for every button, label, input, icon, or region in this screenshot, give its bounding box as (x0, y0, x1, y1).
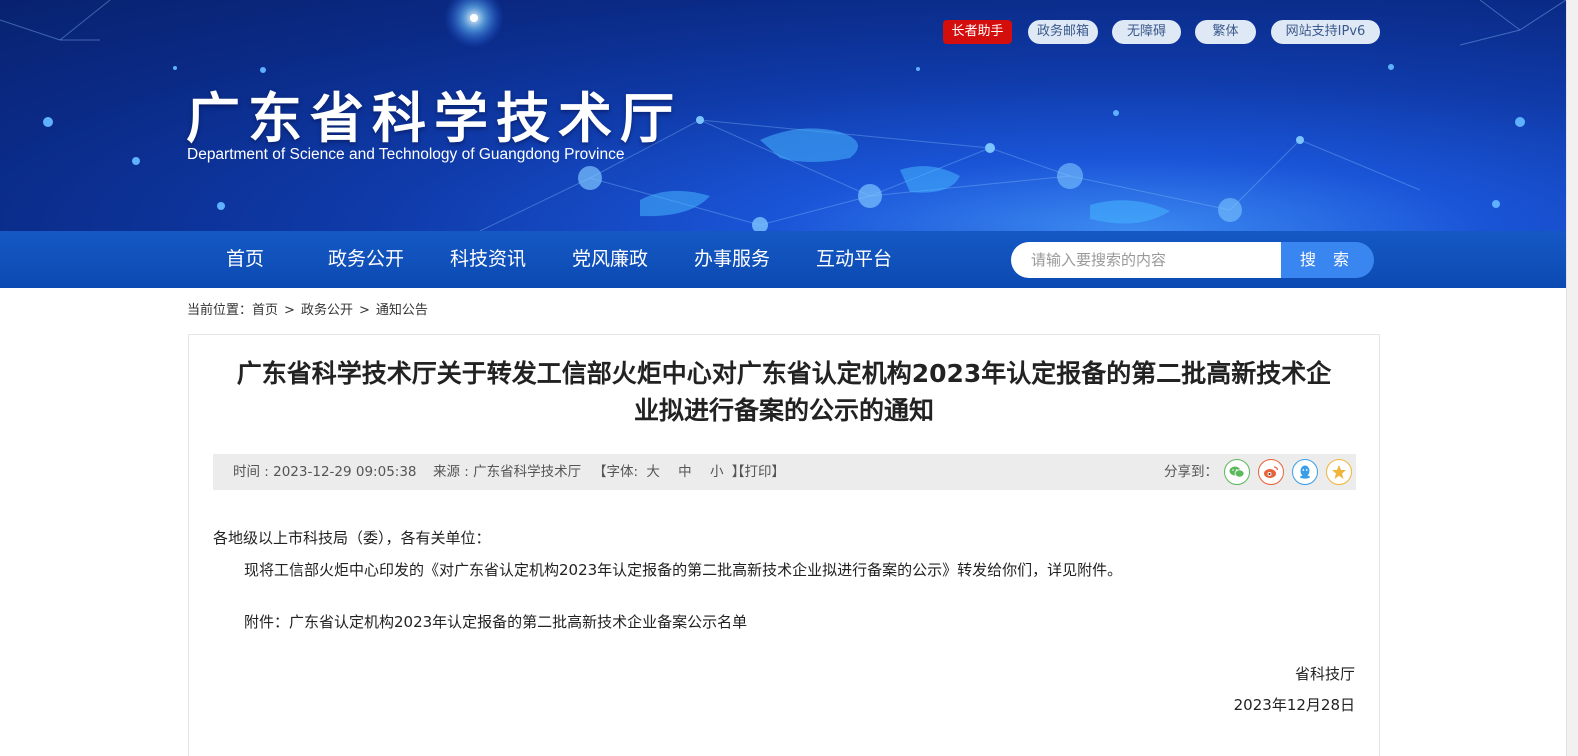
breadcrumb-notices[interactable]: 通知公告 (376, 303, 428, 318)
wechat-icon[interactable] (1224, 459, 1250, 485)
qq-icon[interactable] (1292, 459, 1318, 485)
article-source: 来源 : 广东省科学技术厅 (433, 464, 582, 480)
signature-text: 省科技厅 (1294, 665, 1355, 683)
font-large-button[interactable]: 大 (646, 464, 660, 480)
accessibility-link[interactable]: 无障碍 (1112, 20, 1181, 44)
font-medium-button[interactable]: 中 (678, 464, 692, 480)
weibo-icon[interactable] (1258, 459, 1284, 485)
qzone-icon[interactable] (1326, 459, 1352, 485)
ipv6-support-link[interactable]: 网站支持IPv6 (1271, 20, 1380, 44)
article-title-line1: 广东省科学技术厅关于转发工信部火炬中心对广东省认定机构2023年认定报备的第二批… (236, 359, 1332, 388)
share-label: 分享到： (1164, 464, 1218, 480)
print-button[interactable]: 【打印】 (731, 454, 785, 490)
elder-assistant-button[interactable]: 长者助手 (943, 20, 1012, 44)
breadcrumb: 当前位置：首页 > 政务公开 > 通知公告 (187, 299, 428, 318)
publish-time: 时间 : 2023-12-29 09:05:38 (233, 464, 417, 480)
nav-item-tech-news[interactable]: 科技资讯 (450, 231, 526, 288)
site-title: 广东省科学技术厅 (186, 87, 682, 150)
breadcrumb-home[interactable]: 首页 (252, 303, 278, 318)
traditional-chinese-link[interactable]: 繁体 (1195, 20, 1256, 44)
nav-item-services[interactable]: 办事服务 (694, 231, 770, 288)
breadcrumb-separator: > (284, 303, 295, 318)
nav-item-interaction[interactable]: 互动平台 (816, 231, 892, 288)
nav-item-gov-affairs[interactable]: 政务公开 (328, 231, 404, 288)
article-meta-bar: 时间 : 2023-12-29 09:05:38 来源 : 广东省科学技术厅 【… (213, 454, 1356, 490)
search-input[interactable] (1011, 242, 1281, 278)
breadcrumb-separator: > (358, 303, 370, 318)
breadcrumb-prefix: 当前位置： (187, 303, 253, 318)
site-subtitle: Department of Science and Technology of … (187, 146, 625, 163)
body-paragraph: 现将工信部火炬中心印发的《对广东省认定机构2023年认定报备的第二批高新技术企业… (244, 561, 1123, 579)
nav-item-home[interactable]: 首页 (226, 231, 264, 288)
attachment-link[interactable]: 附件：广东省认定机构2023年认定报备的第二批高新技术企业备案公示名单 (244, 611, 747, 632)
search-button[interactable]: 搜 索 (1281, 242, 1374, 278)
font-small-button[interactable]: 小 (710, 464, 724, 480)
article-title: 广东省科学技术厅关于转发工信部火炬中心对广东省认定机构2023年认定报备的第二批… (209, 355, 1359, 429)
document-date: 2023年12月28日 (1233, 696, 1355, 714)
font-size-label: 【字体: (593, 464, 639, 480)
breadcrumb-gov-affairs[interactable]: 政务公开 (301, 303, 353, 318)
font-size-controls: 【字体: 大 中 小 】 (593, 454, 745, 490)
article-title-line2: 业拟进行备案的公示的通知 (633, 396, 934, 425)
salutation-text: 各地级以上市科技局（委），各有关单位： (213, 529, 491, 547)
gov-mailbox-link[interactable]: 政务邮箱 (1028, 20, 1098, 44)
nav-item-integrity[interactable]: 党风廉政 (572, 231, 648, 288)
page-scrollbar[interactable] (1566, 0, 1578, 756)
article-container: 广东省科学技术厅关于转发工信部火炬中心对广东省认定机构2023年认定报备的第二批… (188, 334, 1380, 756)
page: 广东省科学技术厅 Department of Science and Techn… (0, 0, 1578, 756)
